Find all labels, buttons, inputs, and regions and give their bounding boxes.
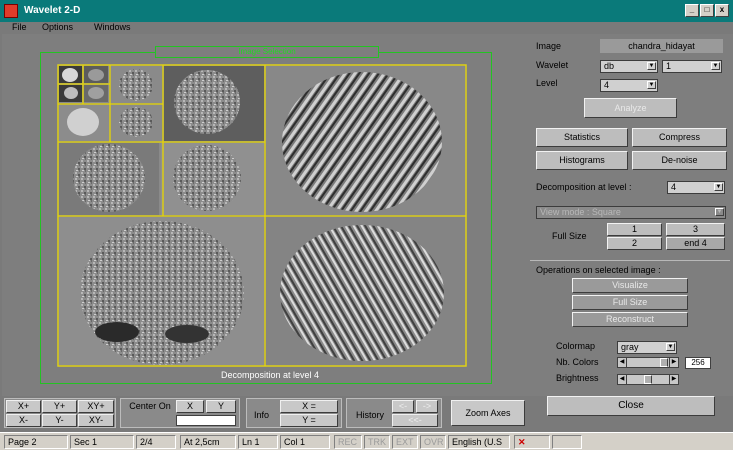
image-label: Image (536, 41, 562, 51)
close-window-button[interactable]: x (715, 4, 729, 17)
compress-button[interactable]: Compress (632, 128, 727, 147)
image-name-field: chandra_hidayat (600, 39, 723, 53)
decomposition-image[interactable] (57, 64, 467, 367)
decomposition-level-label: Decomposition at level : (536, 182, 632, 192)
decomposition-caption: Decomposition at level 4 (220, 370, 320, 380)
colormap-value: gray (621, 342, 639, 352)
minimize-button[interactable]: _ (685, 4, 699, 17)
zoom-axes-button[interactable]: Zoom Axes (451, 400, 525, 426)
close-button[interactable]: Close (547, 396, 715, 416)
spell-check-icon: ✕ (514, 435, 550, 449)
center-value-field[interactable] (176, 415, 236, 426)
full-size-label: Full Size (552, 231, 587, 241)
arrow-right-icon[interactable]: ▶ (669, 375, 678, 384)
arrow-left-icon[interactable]: ◀ (618, 358, 627, 367)
history-back-button[interactable]: <- (392, 400, 414, 413)
x-plus-button[interactable]: X+ (6, 400, 41, 413)
decomposition-level-value: 4 (671, 182, 677, 192)
chevron-down-icon: ▼ (714, 183, 723, 191)
menu-bar: File Options Windows (0, 22, 733, 34)
image-selection-button[interactable]: Image Selection (155, 46, 379, 58)
analyze-button[interactable]: Analyze (584, 98, 677, 118)
chevron-down-icon: ▼ (647, 81, 656, 89)
history-rewind-button[interactable]: <<- (392, 414, 438, 427)
status-section: Sec 1 (70, 435, 134, 449)
wavelet-family-value: db (604, 61, 615, 71)
chevron-down-icon: ▼ (666, 343, 675, 351)
brightness-label: Brightness (556, 373, 599, 383)
wavelet-family-select[interactable]: db ▼ (600, 60, 658, 73)
center-on-label: Center On (129, 401, 171, 411)
slider-thumb[interactable] (660, 358, 668, 367)
xy-plus-button[interactable]: XY+ (78, 400, 114, 413)
nb-colors-slider[interactable]: ◀ ▶ (617, 357, 679, 368)
chevron-down-icon: ▼ (711, 62, 720, 70)
center-y-button[interactable]: Y (206, 400, 236, 413)
status-page: Page 2 (4, 435, 68, 449)
slider-thumb[interactable] (644, 375, 652, 384)
full-size-1-button[interactable]: 1 (607, 223, 662, 236)
visualize-button[interactable]: Visualize (572, 278, 688, 293)
title-bar: Wavelet 2-D _ □ x (0, 0, 733, 22)
level-select[interactable]: 4 ▼ (600, 79, 658, 92)
menu-options[interactable]: Options (42, 22, 73, 32)
wavelet-number-select[interactable]: 1 ▼ (662, 60, 722, 73)
operations-label: Operations on selected image : (536, 265, 661, 275)
chevron-down-icon: ▼ (647, 62, 656, 70)
nb-colors-input[interactable]: 256 (685, 357, 711, 369)
history-forward-button[interactable]: -> (416, 400, 438, 413)
status-language: English (U.S (448, 435, 510, 449)
status-line: Ln 1 (238, 435, 278, 449)
wavelet-label: Wavelet (536, 60, 569, 70)
menu-file[interactable]: File (12, 22, 27, 32)
xy-minus-button[interactable]: XY- (78, 414, 114, 427)
wavelet-number-value: 1 (666, 61, 672, 71)
status-pages: 2/4 (136, 435, 176, 449)
statistics-button[interactable]: Statistics (536, 128, 628, 147)
full-size-end4-button[interactable]: end 4 (666, 237, 725, 250)
status-position: At 2,5cm (180, 435, 236, 449)
menu-windows[interactable]: Windows (94, 22, 131, 32)
app-icon (4, 4, 18, 18)
window-title: Wavelet 2-D (24, 5, 81, 16)
status-bar: Page 2 Sec 1 2/4 At 2,5cm Ln 1 Col 1 REC… (0, 432, 733, 450)
nb-colors-label: Nb. Colors (556, 357, 599, 367)
level-label: Level (536, 78, 558, 88)
arrow-left-icon[interactable]: ◀ (618, 375, 627, 384)
status-ovr: OVR (420, 435, 446, 449)
denoise-button[interactable]: De-noise (632, 151, 727, 170)
info-label: Info (254, 410, 270, 420)
level-value: 4 (604, 80, 610, 90)
full-size-3-button[interactable]: 3 (666, 223, 725, 236)
x-minus-button[interactable]: X- (6, 414, 41, 427)
view-mode-select[interactable]: View mode : Square ▼ (536, 206, 726, 219)
reconstruct-button[interactable]: Reconstruct (572, 312, 688, 327)
full-size-2-button[interactable]: 2 (607, 237, 662, 250)
y-minus-button[interactable]: Y- (42, 414, 77, 427)
view-mode-value: View mode : Square (540, 207, 621, 217)
brightness-slider[interactable]: ◀ ▶ (617, 374, 679, 385)
colormap-label: Colormap (556, 341, 596, 351)
chevron-down-icon: ▼ (715, 208, 724, 216)
panel-divider (530, 260, 730, 261)
x-coordinate-field: X = (280, 400, 338, 413)
status-rec: REC (334, 435, 362, 449)
center-x-button[interactable]: X (176, 400, 204, 413)
histograms-button[interactable]: Histograms (536, 151, 628, 170)
maximize-button[interactable]: □ (700, 4, 714, 17)
status-column: Col 1 (280, 435, 330, 449)
y-coordinate-field: Y = (280, 414, 338, 427)
arrow-right-icon[interactable]: ▶ (669, 358, 678, 367)
y-plus-button[interactable]: Y+ (42, 400, 77, 413)
history-label: History (356, 410, 385, 420)
full-size-op-button[interactable]: Full Size (572, 295, 688, 310)
status-empty (552, 435, 582, 449)
decomposition-level-select[interactable]: 4 ▼ (667, 181, 725, 194)
colormap-select[interactable]: gray ▼ (617, 341, 677, 354)
status-ext: EXT (392, 435, 418, 449)
status-trk: TRK (364, 435, 390, 449)
